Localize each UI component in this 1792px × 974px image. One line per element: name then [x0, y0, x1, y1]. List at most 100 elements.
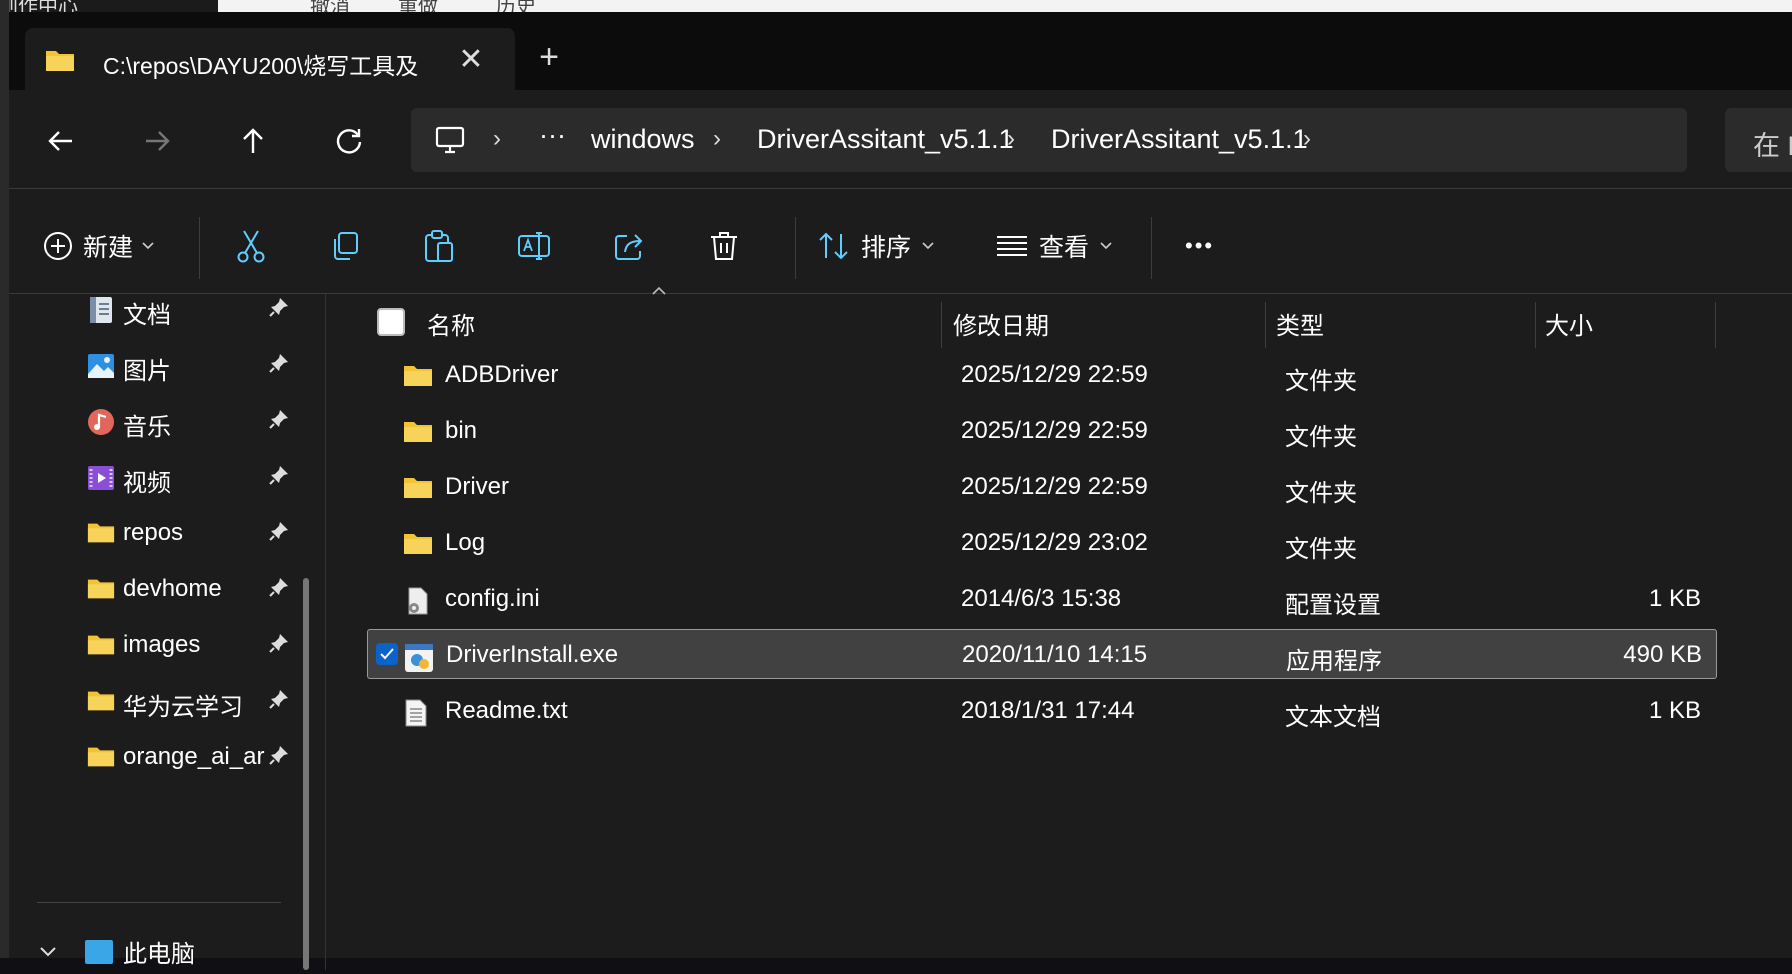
sidebar-item-documents[interactable]: 文档 — [87, 282, 297, 336]
search-box[interactable]: 在 D — [1725, 108, 1792, 172]
file-row[interactable]: Log 2025/12/29 23:02 文件夹 — [367, 518, 1715, 566]
column-header-size[interactable]: 大小 — [1545, 306, 1593, 341]
file-type: 应用程序 — [1286, 648, 1382, 675]
pin-icon[interactable] — [268, 352, 290, 374]
breadcrumb-windows[interactable]: windows — [591, 124, 695, 155]
address-bar[interactable]: › ··· windows › DriverAssitant_v5.1.1 › … — [411, 108, 1687, 172]
breadcrumb-driverassitant-current[interactable]: DriverAssitant_v5.1.1 — [1051, 124, 1308, 155]
paste-button[interactable] — [423, 224, 455, 268]
file-explorer-window: C:\repos\DAYU200\烧写工具及 ✕ + › ··· windows… — [9, 12, 1792, 970]
sidebar-item-orange-ai[interactable]: orange_ai_ar — [87, 730, 297, 784]
chevron-right-icon: › — [713, 125, 721, 152]
column-divider[interactable] — [1715, 302, 1716, 348]
copy-button[interactable] — [329, 224, 361, 268]
chevron-down-icon[interactable] — [39, 946, 57, 958]
pin-icon[interactable] — [268, 464, 290, 486]
column-divider[interactable] — [941, 302, 942, 348]
rename-icon — [518, 232, 550, 260]
select-all-checkbox[interactable] — [377, 308, 405, 336]
pin-icon[interactable] — [268, 520, 290, 542]
file-row[interactable]: Readme.txt 2018/1/31 17:44 文本文档 1 KB — [367, 686, 1715, 734]
file-row[interactable]: bin 2025/12/29 22:59 文件夹 — [367, 406, 1715, 454]
new-button[interactable]: 新建 — [43, 224, 155, 268]
delete-button[interactable] — [709, 224, 739, 268]
sidebar-item-label: repos — [123, 519, 184, 546]
pin-icon[interactable] — [268, 744, 290, 766]
sidebar-item-label: 文档 — [123, 302, 171, 329]
computer-icon — [435, 126, 465, 154]
pin-icon[interactable] — [268, 408, 290, 430]
forward-button[interactable] — [133, 117, 181, 165]
sidebar-item-devhome[interactable]: devhome — [87, 562, 297, 616]
row-checkbox[interactable] — [376, 643, 398, 665]
file-date: 2025/12/29 22:59 — [961, 361, 1148, 388]
new-label: 新建 — [83, 234, 134, 262]
tab-close-button[interactable]: ✕ — [455, 42, 487, 77]
sidebar-scrollbar[interactable] — [303, 578, 309, 970]
file-row[interactable]: Driver 2025/12/29 22:59 文件夹 — [367, 462, 1715, 510]
sidebar-item-this-pc[interactable]: 此电脑 — [33, 934, 293, 974]
tab-current-folder[interactable]: C:\repos\DAYU200\烧写工具及 ✕ — [25, 28, 515, 90]
file-name: ADBDriver — [445, 361, 559, 388]
sidebar-item-pictures[interactable]: 图片 — [87, 338, 297, 392]
file-row-selected[interactable]: DriverInstall.exe 2020/11/10 14:15 应用程序 … — [367, 629, 1717, 679]
sidebar-item-images[interactable]: images — [87, 618, 297, 672]
refresh-button[interactable] — [325, 117, 373, 165]
refresh-icon — [336, 129, 362, 154]
pin-icon[interactable] — [268, 576, 290, 598]
breadcrumb-driverassitant[interactable]: DriverAssitant_v5.1.1 — [757, 124, 1014, 155]
copy-icon — [334, 232, 358, 260]
navigation-pane: 文档 图片 音乐 视频 repos devhome images 华为云学习 o… — [9, 294, 325, 970]
sidebar-item-label: 音乐 — [123, 414, 171, 441]
pin-icon[interactable] — [268, 296, 290, 318]
sidebar-item-huawei-cloud[interactable]: 华为云学习 — [87, 674, 297, 728]
text-file-icon — [405, 699, 427, 727]
column-header-name[interactable]: 名称 — [427, 306, 475, 341]
music-icon — [88, 409, 114, 435]
file-size: 1 KB — [1648, 697, 1701, 724]
sidebar-item-label: 视频 — [123, 470, 171, 497]
view-list-icon — [997, 236, 1027, 256]
pane-divider[interactable] — [325, 294, 326, 970]
settings-file-icon — [408, 587, 428, 615]
pin-icon[interactable] — [268, 688, 290, 710]
column-header-date[interactable]: 修改日期 — [953, 306, 1049, 341]
arrow-up-icon — [243, 128, 263, 153]
file-name: Log — [445, 529, 486, 556]
column-divider[interactable] — [1265, 302, 1266, 348]
file-date: 2025/12/29 22:59 — [961, 417, 1148, 444]
breadcrumb-overflow[interactable]: ··· — [539, 120, 566, 151]
sidebar-item-repos[interactable]: repos — [87, 506, 297, 560]
chevron-right-icon: › — [1303, 125, 1311, 152]
scissors-icon — [237, 230, 265, 263]
search-placeholder: 在 D — [1753, 131, 1792, 161]
folder-icon — [87, 523, 115, 543]
toolbar-divider — [199, 217, 200, 279]
sidebar-item-label: orange_ai_ar — [123, 743, 265, 770]
pictures-icon — [88, 354, 114, 378]
more-button[interactable]: ••• — [1185, 224, 1214, 268]
file-row[interactable]: config.ini 2014/6/3 15:38 配置设置 1 KB — [367, 574, 1715, 622]
up-button[interactable] — [229, 117, 277, 165]
chevron-right-icon: › — [493, 125, 501, 152]
column-header-type[interactable]: 类型 — [1276, 306, 1324, 341]
back-button[interactable] — [37, 117, 85, 165]
new-tab-button[interactable]: + — [529, 40, 569, 74]
file-type: 文件夹 — [1285, 424, 1357, 451]
file-size: 1 KB — [1648, 585, 1701, 612]
view-button[interactable]: 查看 — [995, 224, 1113, 268]
file-type: 文件夹 — [1285, 480, 1357, 507]
cut-button[interactable] — [235, 224, 267, 268]
sidebar-item-videos[interactable]: 视频 — [87, 450, 297, 504]
folder-icon — [404, 534, 432, 554]
sidebar-item-music[interactable]: 音乐 — [87, 394, 297, 448]
column-divider[interactable] — [1535, 302, 1536, 348]
rename-button[interactable] — [517, 224, 551, 268]
tab-bar: C:\repos\DAYU200\烧写工具及 ✕ + — [9, 12, 1792, 90]
share-button[interactable] — [613, 224, 647, 268]
file-date: 2025/12/29 23:02 — [961, 529, 1148, 556]
folder-icon — [404, 366, 432, 386]
file-row[interactable]: ADBDriver 2025/12/29 22:59 文件夹 — [367, 350, 1715, 398]
sort-button[interactable]: 排序 — [817, 224, 935, 268]
pin-icon[interactable] — [268, 632, 290, 654]
